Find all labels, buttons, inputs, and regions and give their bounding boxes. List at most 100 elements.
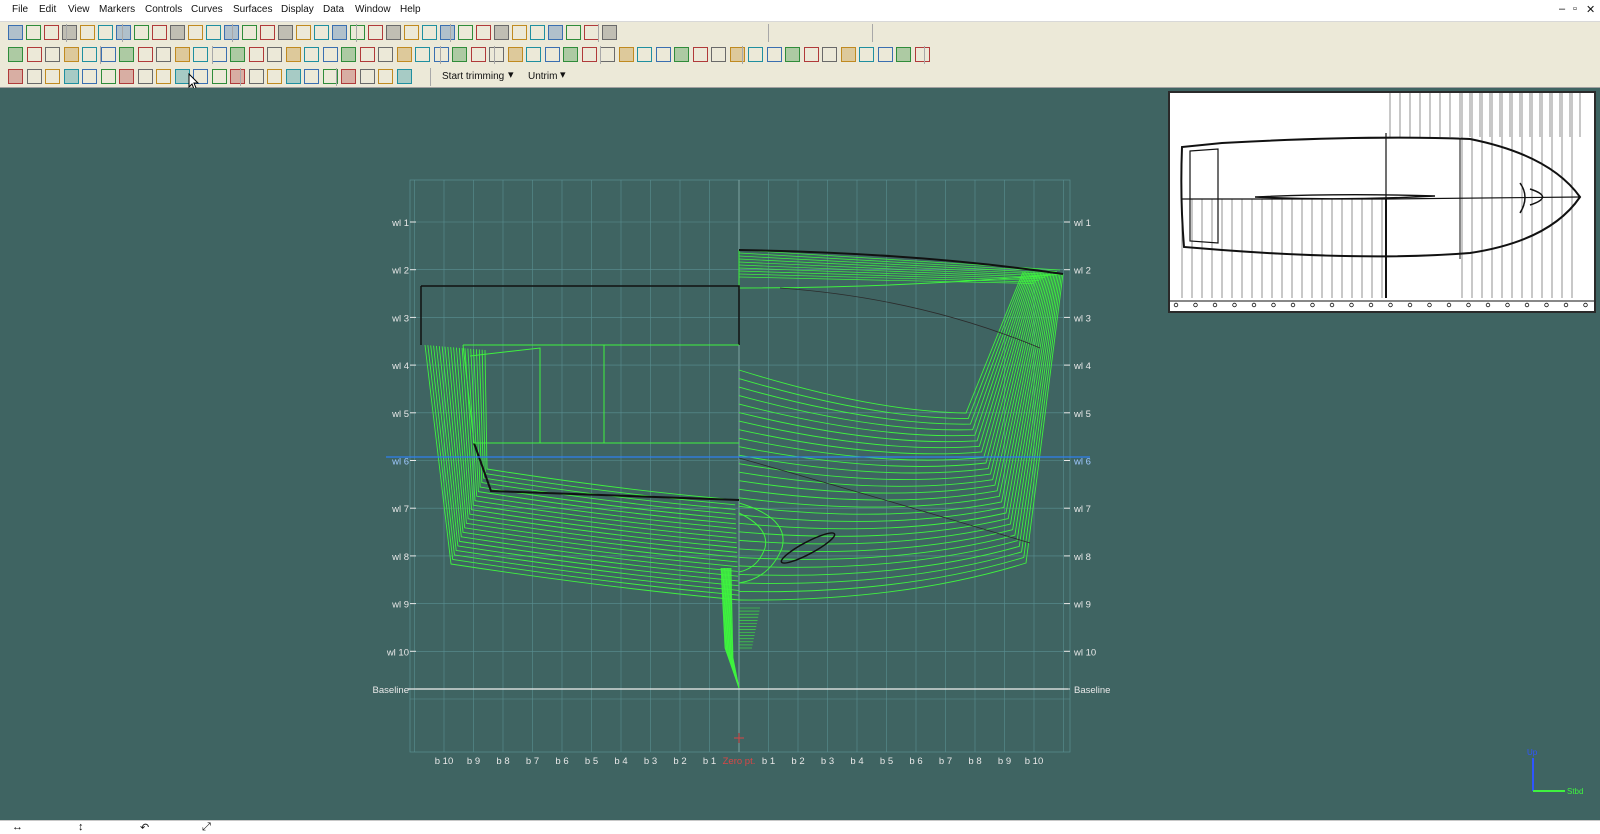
resize-diagonal-icon[interactable]: ⤢ — [202, 821, 211, 834]
toolbar-tool-button[interactable] — [350, 25, 365, 40]
toolbar-tool-button[interactable] — [230, 69, 245, 84]
toolbar-tool-button[interactable] — [914, 47, 930, 62]
toolbar-tool-button[interactable] — [711, 47, 726, 62]
menu-file[interactable]: File — [12, 4, 28, 15]
toolbar-tool-button[interactable] — [692, 47, 708, 62]
toolbar-tool-button[interactable] — [526, 47, 541, 62]
toolbar-tool-button[interactable] — [602, 25, 617, 40]
menu-data[interactable]: Data — [323, 4, 344, 15]
toolbar-tool-button[interactable] — [116, 25, 131, 40]
toolbar-tool-button[interactable] — [368, 25, 383, 40]
toolbar-tool-button[interactable] — [285, 69, 301, 84]
toolbar-tool-button[interactable] — [584, 25, 599, 40]
chevron-down-icon[interactable]: ▾ — [560, 68, 566, 81]
toolbar-tool-button[interactable] — [859, 47, 874, 62]
restore-icon[interactable]: ▫ — [1573, 3, 1577, 15]
toolbar-tool-button[interactable] — [260, 25, 275, 40]
toolbar-tool-button[interactable] — [415, 47, 430, 62]
toolbar-tool-button[interactable] — [314, 25, 329, 40]
toolbar-tool-button[interactable] — [63, 47, 79, 62]
toolbar-tool-button[interactable] — [304, 69, 319, 84]
menu-curves[interactable]: Curves — [191, 4, 223, 15]
minimize-icon[interactable]: – — [1559, 3, 1565, 15]
toolbar-tool-button[interactable] — [655, 47, 671, 62]
toolbar-tool-button[interactable] — [766, 47, 782, 62]
toolbar-tool-button[interactable] — [267, 69, 282, 84]
toolbar-tool-button[interactable] — [476, 25, 491, 40]
toolbar-tool-button[interactable] — [637, 47, 652, 62]
toolbar-tool-button[interactable] — [803, 47, 819, 62]
toolbar-tool-button[interactable] — [332, 25, 347, 40]
toolbar-tool-button[interactable] — [44, 25, 59, 40]
toolbar-tool-button[interactable] — [26, 69, 42, 84]
toolbar-tool-button[interactable] — [156, 69, 171, 84]
toolbar-tool-button[interactable] — [80, 25, 95, 40]
menu-surfaces[interactable]: Surfaces — [233, 4, 272, 15]
toolbar-tool-button[interactable] — [359, 69, 375, 84]
menu-edit[interactable]: Edit — [39, 4, 56, 15]
menu-help[interactable]: Help — [400, 4, 421, 15]
toolbar-tool-button[interactable] — [341, 47, 356, 62]
chevron-down-icon[interactable]: ▾ — [508, 68, 514, 81]
toolbar-tool-button[interactable] — [378, 69, 393, 84]
toolbar-tool-button[interactable] — [877, 47, 893, 62]
toolbar-tool-button[interactable] — [45, 69, 60, 84]
toolbar-tool-button[interactable] — [100, 69, 116, 84]
toolbar-tool-button[interactable] — [396, 69, 412, 84]
toolbar-tool-button[interactable] — [322, 47, 338, 62]
toolbar-tool-button[interactable] — [100, 47, 116, 62]
toolbar-tool-button[interactable] — [386, 25, 401, 40]
toolbar-tool-button[interactable] — [404, 25, 419, 40]
toolbar-tool-button[interactable] — [674, 47, 689, 62]
toolbar-tool-button[interactable] — [248, 69, 264, 84]
toolbar-tool-button[interactable] — [452, 47, 467, 62]
toolbar-tool-button[interactable] — [433, 47, 449, 62]
menu-controls[interactable]: Controls — [145, 4, 182, 15]
toolbar-tool-button[interactable] — [489, 47, 504, 62]
toolbar-tool-button[interactable] — [896, 47, 911, 62]
toolbar-tool-button[interactable] — [8, 69, 23, 84]
toolbar-tool-button[interactable] — [152, 25, 167, 40]
toolbar-tool-button[interactable] — [359, 47, 375, 62]
toolbar-tool-button[interactable] — [748, 47, 763, 62]
untrim-dropdown[interactable]: Untrim — [528, 71, 557, 82]
toolbar-tool-button[interactable] — [211, 69, 227, 84]
toolbar-tool-button[interactable] — [840, 47, 856, 62]
toolbar-tool-button[interactable] — [8, 47, 23, 62]
toolbar-tool-button[interactable] — [98, 25, 113, 40]
toolbar-tool-button[interactable] — [137, 69, 153, 84]
toolbar-tool-button[interactable] — [248, 47, 264, 62]
toolbar-tool-button[interactable] — [822, 47, 837, 62]
toolbar-tool-button[interactable] — [188, 25, 203, 40]
move-horizontal-icon[interactable]: ↔ — [12, 821, 23, 833]
menu-window[interactable]: Window — [355, 4, 391, 15]
toolbar-tool-button[interactable] — [296, 25, 311, 40]
toolbar-tool-button[interactable] — [396, 47, 412, 62]
toolbar-tool-button[interactable] — [206, 25, 221, 40]
toolbar-tool-button[interactable] — [285, 47, 301, 62]
close-icon[interactable]: ✕ — [1586, 3, 1595, 16]
toolbar-tool-button[interactable] — [193, 47, 208, 62]
toolbar-tool-button[interactable] — [8, 25, 23, 40]
plan-view-thumbnail[interactable] — [1168, 91, 1596, 313]
toolbar-tool-button[interactable] — [512, 25, 527, 40]
menu-view[interactable]: View — [68, 4, 90, 15]
toolbar-tool-button[interactable] — [600, 47, 615, 62]
toolbar-tool-button[interactable] — [341, 69, 356, 84]
toolbar-tool-button[interactable] — [548, 25, 563, 40]
toolbar-tool-button[interactable] — [563, 47, 578, 62]
toolbar-tool-button[interactable] — [470, 47, 486, 62]
rotate-icon[interactable]: ↶ — [140, 821, 149, 834]
toolbar-tool-button[interactable] — [458, 25, 473, 40]
toolbar-tool-button[interactable] — [119, 69, 134, 84]
toolbar-tool-button[interactable] — [174, 47, 190, 62]
toolbar-tool-button[interactable] — [62, 25, 77, 40]
toolbar-tool-button[interactable] — [45, 47, 60, 62]
toolbar-tool-button[interactable] — [82, 47, 97, 62]
toolbar-tool-button[interactable] — [304, 47, 319, 62]
toolbar-tool-button[interactable] — [494, 25, 509, 40]
toolbar-tool-button[interactable] — [211, 47, 227, 62]
toolbar-tool-button[interactable] — [82, 69, 97, 84]
toolbar-tool-button[interactable] — [278, 25, 293, 40]
toolbar-tool-button[interactable] — [134, 25, 149, 40]
